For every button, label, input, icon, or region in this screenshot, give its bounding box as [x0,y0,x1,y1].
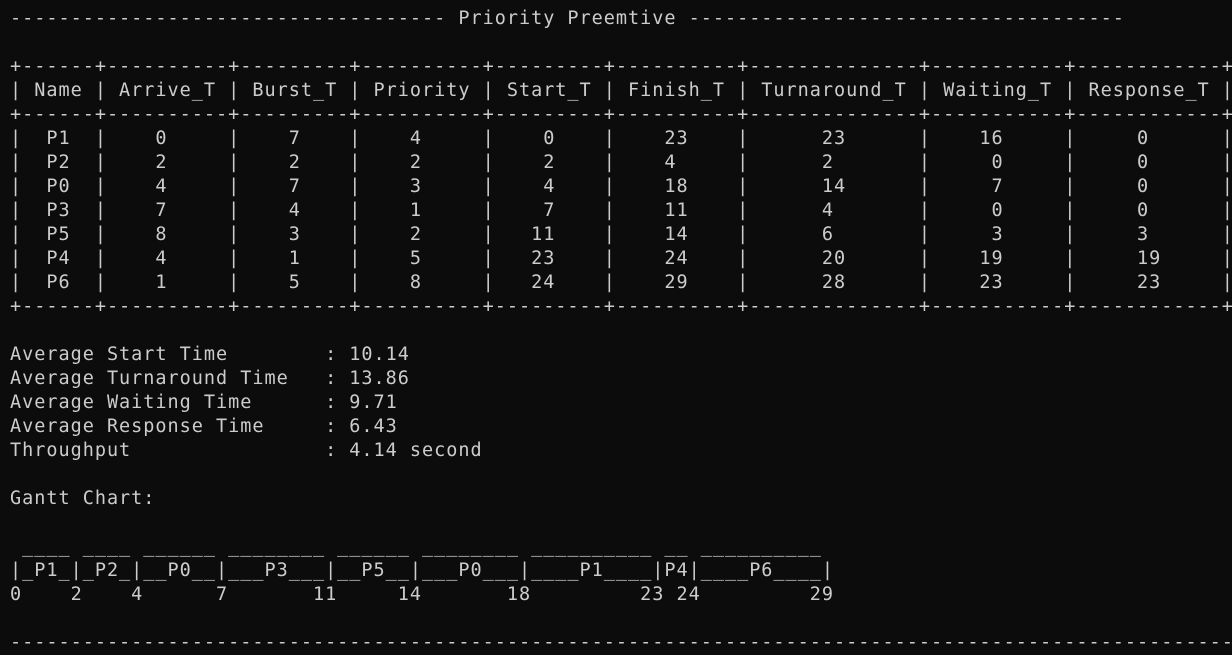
section-footer: ----------------------------------------… [10,632,1232,653]
table-row: | P2 | 2 | 2 | 2 | 2 | 4 | 2 | 0 | 0 | [10,152,1232,173]
table-row: | P6 | 1 | 5 | 8 | 24 | 29 | 28 | 23 | 2… [10,272,1232,293]
section-header: ------------------------------------ Pri… [10,8,1125,29]
table-row: | P5 | 8 | 3 | 2 | 11 | 14 | 6 | 3 | 3 | [10,224,1232,245]
table-row: | P1 | 0 | 7 | 4 | 0 | 23 | 23 | 16 | 0 … [10,128,1232,149]
table-row: | P4 | 4 | 1 | 5 | 23 | 24 | 20 | 19 | 1… [10,248,1232,269]
gantt-chart-title: Gantt Chart: [10,488,156,509]
gantt-chart-top-border: ____ ____ ______ ________ ______ _______… [10,536,822,557]
table-border-mid: +------+----------+---------+----------+… [10,104,1232,125]
terminal-window: ------------------------------------ Pri… [10,7,1232,655]
table-border-bottom: +------+----------+---------+----------+… [10,296,1232,317]
stat-average-start-time: Average Start Time : 10.14 [10,344,410,365]
stat-average-waiting-time: Average Waiting Time : 9.71 [10,392,398,413]
stat-average-turnaround-time: Average Turnaround Time : 13.86 [10,368,410,389]
stat-average-response-time: Average Response Time : 6.43 [10,416,398,437]
table-row: | P0 | 4 | 7 | 3 | 4 | 18 | 14 | 7 | 0 | [10,176,1232,197]
table-row: | P3 | 7 | 4 | 1 | 7 | 11 | 4 | 0 | 0 | [10,200,1232,221]
gantt-chart-time-axis: 0 2 4 7 11 14 18 23 24 29 [10,584,835,605]
stat-throughput: Throughput : 4.14 second [10,440,483,461]
table-header: | Name | Arrive_T | Burst_T | Priority |… [10,80,1232,101]
gantt-chart-bars: |_P1_|_P2_|__P0__|___P3___|__P5__|___P0_… [10,560,835,581]
table-border-top: +------+----------+---------+----------+… [10,56,1232,77]
